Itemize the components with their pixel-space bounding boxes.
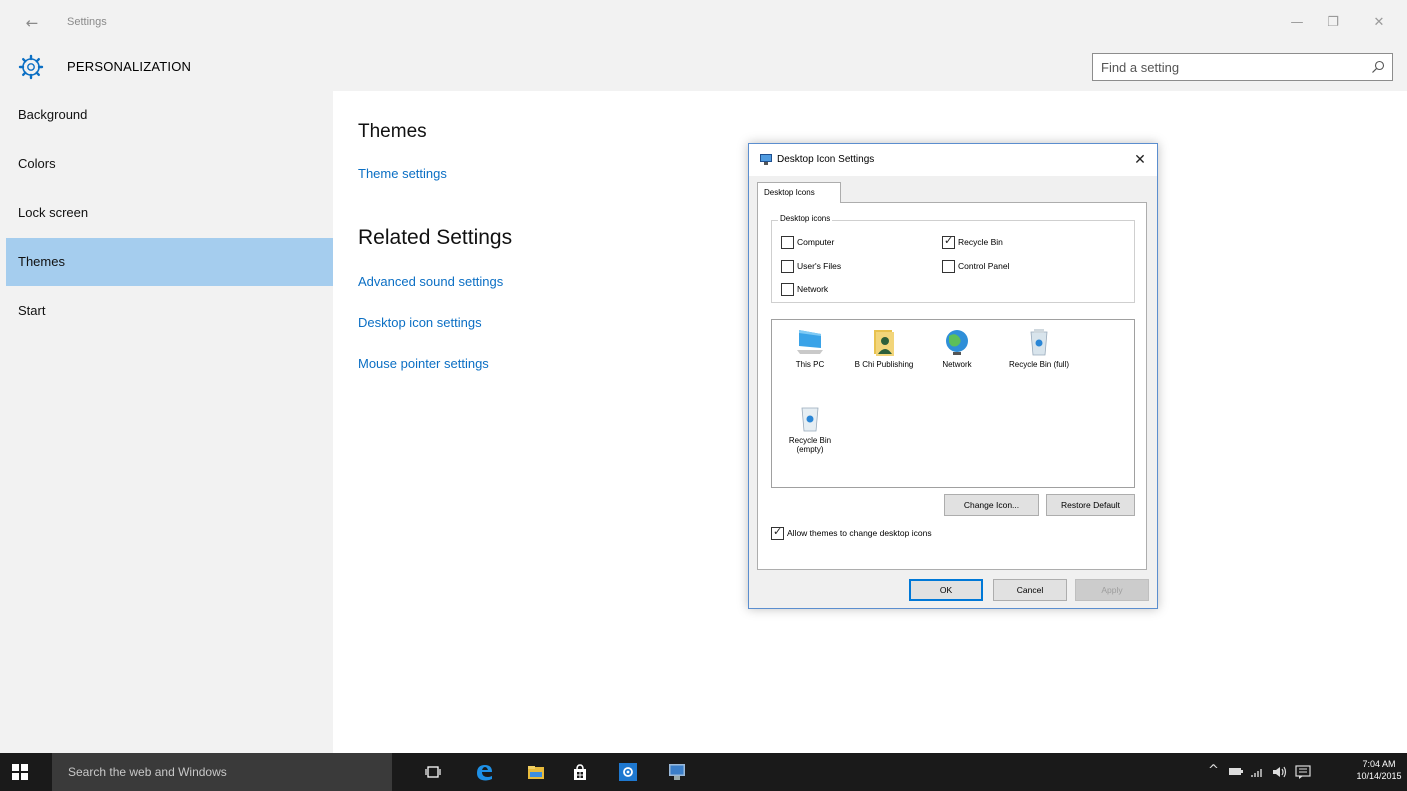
apply-button[interactable]: Apply — [1075, 579, 1149, 601]
store-icon[interactable] — [570, 762, 590, 782]
sidebar-item-colors[interactable]: Colors — [6, 140, 333, 188]
restore-default-button[interactable]: Restore Default — [1046, 494, 1135, 516]
recycle-bin-empty-icon — [801, 407, 819, 432]
clock-time: 7:04 AM — [1362, 759, 1396, 769]
app-title: Settings — [67, 16, 107, 28]
desktop-icon-settings-app-icon[interactable] — [667, 762, 687, 782]
show-hidden-icons-chevron-icon[interactable]: ^ — [1208, 763, 1219, 778]
network-checkbox[interactable]: Network — [781, 283, 828, 297]
find-setting-input[interactable] — [1093, 54, 1363, 80]
ok-button[interactable]: OK — [909, 579, 983, 601]
title-bar: ← Settings — ❐ ✕ — [0, 0, 1407, 48]
settings-app-icon[interactable] — [618, 762, 638, 782]
icon-label: B Chi Publishing — [854, 360, 914, 369]
icon-label: Network — [942, 360, 972, 369]
icon-item-network[interactable]: Network — [922, 326, 992, 369]
network-icon — [946, 330, 968, 355]
battery-icon[interactable] — [1228, 765, 1244, 779]
desktop-icon-list: This PC B Chi Publishing Network Recycle… — [771, 319, 1135, 488]
icon-item-recycle-bin-full[interactable]: Recycle Bin (full) — [1004, 326, 1074, 369]
section-title: PERSONALIZATION — [67, 59, 192, 74]
checkbox-label: Network — [797, 284, 829, 294]
maximize-button[interactable]: ❐ — [1320, 12, 1346, 34]
tab-desktop-icons[interactable]: Desktop Icons — [757, 182, 841, 203]
gear-icon — [18, 54, 44, 80]
users-files-checkbox[interactable]: User's Files — [781, 260, 841, 274]
recycle-bin-checkbox[interactable]: Recycle Bin — [942, 235, 1003, 250]
dialog-close-icon[interactable]: ✕ — [1131, 150, 1149, 168]
windows-start-icon[interactable] — [12, 764, 28, 780]
dialog-title: Desktop Icon Settings — [777, 154, 875, 165]
allow-themes-checkbox[interactable]: Allow themes to change desktop icons — [771, 526, 932, 541]
icon-label: Recycle Bin (empty) — [788, 436, 832, 454]
sidebar-item-start[interactable]: Start — [6, 287, 333, 335]
icon-item-recycle-bin-empty[interactable]: Recycle Bin (empty) — [775, 402, 845, 454]
sidebar-item-themes[interactable]: Themes — [6, 238, 333, 286]
network-tray-icon[interactable] — [1250, 765, 1266, 779]
cancel-button[interactable]: Cancel — [993, 579, 1067, 601]
find-setting-box[interactable] — [1092, 53, 1393, 81]
icon-label: Recycle Bin (full) — [1008, 360, 1069, 369]
advanced-sound-settings-link[interactable]: Advanced sound settings — [358, 274, 503, 289]
icon-item-user-files[interactable]: B Chi Publishing — [849, 326, 919, 369]
sidebar-item-background[interactable]: Background — [6, 91, 333, 139]
desktop-icons-panel: Desktop icons Computer User's Files Netw… — [757, 202, 1147, 570]
file-explorer-icon[interactable] — [526, 762, 546, 782]
icon-label: This PC — [795, 360, 825, 369]
sidebar: Background Colors Lock screen Themes Sta… — [0, 91, 333, 753]
user-files-icon — [874, 330, 894, 356]
icon-item-this-pc[interactable]: This PC — [775, 326, 845, 369]
checkbox-box-checked[interactable] — [771, 526, 784, 540]
desktop-icon-settings-icon — [760, 154, 772, 165]
checkbox-label: Computer — [797, 237, 835, 247]
taskbar-clock[interactable]: 7:04 AM 10/14/2015 — [1355, 758, 1403, 782]
themes-heading: Themes — [358, 121, 427, 142]
minimize-button[interactable]: — — [1284, 12, 1310, 34]
desktop-icon-settings-link[interactable]: Desktop icon settings — [358, 315, 482, 330]
mouse-pointer-settings-link[interactable]: Mouse pointer settings — [358, 356, 489, 371]
clock-date: 10/14/2015 — [1356, 771, 1402, 781]
close-button[interactable]: ✕ — [1366, 12, 1392, 34]
checkbox-label: User's Files — [797, 261, 842, 271]
recycle-bin-full-icon — [1030, 329, 1048, 356]
checkbox-box[interactable] — [781, 236, 794, 249]
checkbox-label: Allow themes to change desktop icons — [787, 528, 932, 538]
checkbox-box[interactable] — [942, 260, 955, 273]
computer-checkbox[interactable]: Computer — [781, 236, 834, 250]
theme-settings-link[interactable]: Theme settings — [358, 166, 447, 181]
dialog-title-bar: Desktop Icon Settings ✕ — [749, 144, 1157, 176]
taskbar: ^ 7:04 AM 10/14/2015 — [0, 753, 1407, 791]
back-arrow-icon[interactable]: ← — [22, 13, 42, 33]
checkbox-box[interactable] — [781, 260, 794, 273]
search-icon[interactable] — [1371, 60, 1385, 74]
taskbar-search[interactable] — [52, 753, 392, 791]
change-icon-button[interactable]: Change Icon... — [944, 494, 1039, 516]
desktop-icon-settings-dialog: Desktop Icon Settings ✕ Desktop Icons De… — [748, 143, 1158, 609]
checkbox-label: Recycle Bin — [958, 237, 1003, 247]
group-legend: Desktop icons — [778, 214, 833, 223]
volume-icon[interactable] — [1271, 765, 1289, 779]
action-center-icon[interactable] — [1295, 764, 1311, 780]
checkbox-box-checked[interactable] — [942, 235, 955, 249]
checkbox-box[interactable] — [781, 283, 794, 296]
control-panel-checkbox[interactable]: Control Panel — [942, 260, 1010, 274]
taskbar-search-input[interactable] — [68, 763, 368, 781]
this-pc-icon — [797, 330, 823, 354]
sidebar-item-lock-screen[interactable]: Lock screen — [6, 189, 333, 237]
related-settings-heading: Related Settings — [358, 226, 513, 249]
settings-header: PERSONALIZATION — [0, 48, 1407, 91]
task-view-icon[interactable] — [423, 762, 443, 782]
edge-browser-icon[interactable] — [474, 762, 494, 782]
desktop-icons-group: Desktop icons Computer User's Files Netw… — [771, 214, 1135, 303]
checkbox-label: Control Panel — [958, 261, 1010, 271]
